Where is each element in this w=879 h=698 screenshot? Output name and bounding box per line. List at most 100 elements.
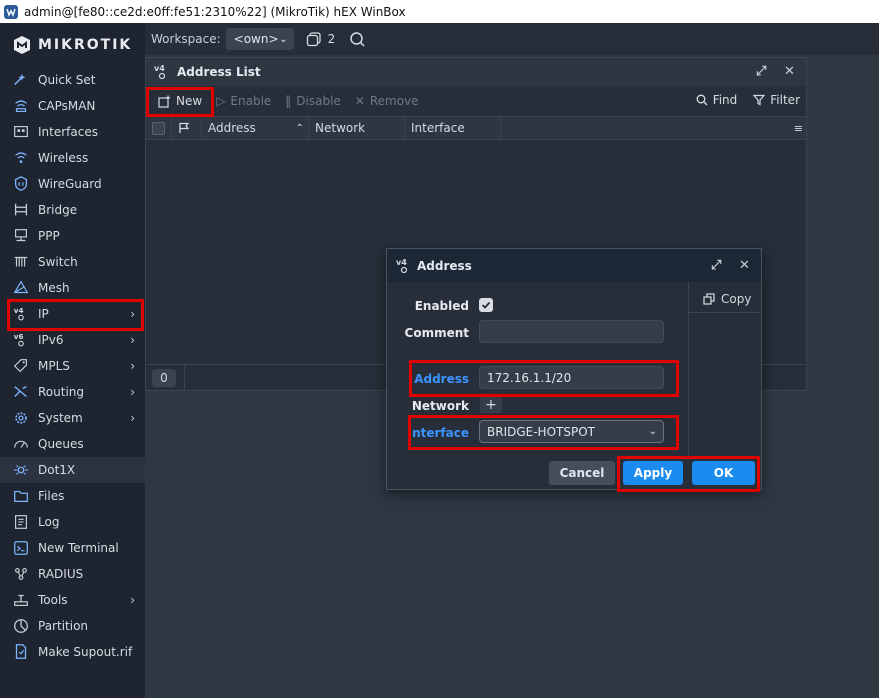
new-button[interactable]: New [158, 94, 202, 108]
flag-column [172, 116, 202, 140]
interface-select[interactable]: BRIDGE-HOTSPOT ⌄ [479, 420, 664, 443]
remove-button[interactable]: ✕ Remove [355, 94, 419, 108]
column-interface[interactable]: Interface [405, 116, 501, 140]
search-icon[interactable] [349, 31, 366, 48]
address-dialog-titlebar: v4 Address ⤢ ✕ [387, 249, 761, 282]
routing-icon [14, 385, 27, 398]
dot1x-icon [13, 465, 29, 475]
sidebar-item-label: WireGuard [38, 177, 102, 191]
os-window-title: admin@[fe80::ce2d:e0ff:fe51:2310%22] (Mi… [24, 4, 406, 19]
interface-value: BRIDGE-HOTSPOT [487, 424, 595, 439]
address-list-titlebar: v4 Address List ⤢ ✕ [146, 58, 806, 86]
sidebar-item-make-supout-rif[interactable]: Make Supout.rif [0, 639, 145, 665]
svg-text:v4: v4 [396, 258, 407, 267]
sidebar-item-partition[interactable]: Partition [0, 613, 145, 639]
ip-v4-icon: v4 [154, 64, 165, 80]
table-header: Address ⌃ Network Interface ≡ [146, 116, 806, 140]
find-button[interactable]: Find [696, 93, 737, 107]
sidebar-item-queues[interactable]: Queues [0, 431, 145, 457]
sidebar-item-radius[interactable]: RADIUS [0, 561, 145, 587]
find-icon [696, 94, 708, 106]
sidebar-item-label: Bridge [38, 203, 78, 217]
sidebar-item-mesh[interactable]: Mesh [0, 275, 145, 301]
ip-v4-icon: v4 [14, 306, 24, 321]
sidebar-item-label: Routing [38, 385, 85, 399]
enable-button[interactable]: ▷ Enable [216, 94, 271, 108]
select-all-checkbox[interactable] [152, 121, 165, 135]
chevron-right-icon: › [130, 359, 135, 373]
workspace-select[interactable]: <own> ⌄ [225, 28, 294, 50]
apply-button[interactable]: Apply [623, 461, 683, 485]
sidebar-item-ipv6[interactable]: v6 IPv6 › [0, 327, 145, 353]
partition-icon [14, 619, 28, 633]
capsman-icon [15, 100, 27, 112]
windows-button[interactable]: 2 [306, 31, 335, 47]
ipv6-icon: v6 [14, 332, 24, 347]
winbox-app-icon [4, 4, 18, 19]
sidebar-item-new-terminal[interactable]: New Terminal [0, 535, 145, 561]
maximize-icon[interactable]: ⤢ [711, 258, 721, 273]
sidebar-item-quick-set[interactable]: Quick Set [0, 67, 145, 93]
network-add-button[interactable]: + [480, 397, 502, 413]
filter-button[interactable]: Filter [753, 93, 800, 107]
sidebar-item-ip[interactable]: v4 IP › [0, 301, 145, 327]
copy-button[interactable]: Copy [703, 292, 751, 306]
filter-icon [753, 94, 766, 106]
flag-icon [179, 122, 190, 133]
address-label: Address [414, 372, 469, 386]
ip-v4-icon: v4 [396, 258, 407, 273]
toolbar-right: Find Filter [696, 93, 800, 107]
disable-button[interactable]: ‖ Disable [285, 94, 341, 108]
chevron-down-icon: ⌄ [648, 426, 657, 437]
address-field[interactable]: 172.16.1.1/20 [479, 366, 664, 389]
sidebar-item-label: Tools [38, 593, 68, 607]
column-network[interactable]: Network [309, 116, 405, 140]
sidebar: MIKROTIK Quick Set CAPsMAN Interfaces Wirel… [0, 23, 145, 698]
sidebar-item-switch[interactable]: Switch [0, 249, 145, 275]
checkmark-icon [481, 301, 491, 309]
sidebar-item-files[interactable]: Files [0, 483, 145, 509]
enabled-checkbox[interactable] [479, 298, 493, 312]
sidebar-item-mpls[interactable]: MPLS › [0, 353, 145, 379]
maximize-icon[interactable]: ⤢ [756, 64, 766, 79]
tools-icon [14, 594, 28, 606]
sidebar-item-interfaces[interactable]: Interfaces [0, 119, 145, 145]
logo-text: MIKROTIK [38, 37, 133, 53]
new-item-icon [158, 95, 171, 108]
svg-text:v4: v4 [154, 64, 165, 73]
close-icon[interactable]: ✕ [784, 64, 795, 79]
log-icon [15, 515, 27, 529]
system-gear-icon [15, 412, 27, 424]
chevron-right-icon: › [130, 385, 135, 399]
column-address[interactable]: Address ⌃ [202, 116, 309, 140]
sidebar-item-log[interactable]: Log [0, 509, 145, 535]
sidebar-item-wireless[interactable]: Wireless [0, 145, 145, 171]
sidebar-item-wireguard[interactable]: WireGuard [0, 171, 145, 197]
cancel-button[interactable]: Cancel [549, 461, 615, 485]
sidebar-item-label: Switch [38, 255, 78, 269]
sidebar-item-bridge[interactable]: Bridge [0, 197, 145, 223]
sidebar-item-routing[interactable]: Routing › [0, 379, 145, 405]
mesh-icon [13, 280, 29, 294]
comment-field[interactable] [479, 320, 664, 343]
mikrotik-logo-icon [14, 36, 30, 54]
sidebar-item-label: IP [38, 307, 49, 321]
close-icon[interactable]: ✕ [739, 258, 750, 273]
chevron-right-icon: › [130, 411, 135, 425]
sidebar-item-label: CAPsMAN [38, 99, 96, 113]
sidebar-item-ppp[interactable]: PPP [0, 223, 145, 249]
sidebar-item-label: Mesh [38, 281, 70, 295]
sidebar-item-tools[interactable]: Tools › [0, 587, 145, 613]
radius-icon [15, 568, 27, 580]
column-menu-icon[interactable]: ≡ [794, 122, 803, 135]
sidebar-item-label: Queues [38, 437, 84, 451]
sidebar-item-system[interactable]: System › [0, 405, 145, 431]
sidebar-item-label: Interfaces [38, 125, 98, 139]
sidebar-item-capsman[interactable]: CAPsMAN [0, 93, 145, 119]
sidebar-item-label: RADIUS [38, 567, 84, 581]
sidebar-item-label: IPv6 [38, 333, 64, 347]
ok-button[interactable]: OK [692, 461, 755, 485]
sidebar-item-label: System [38, 411, 83, 425]
select-all-column[interactable] [146, 116, 172, 140]
sidebar-item-dot1x[interactable]: Dot1X [0, 457, 145, 483]
